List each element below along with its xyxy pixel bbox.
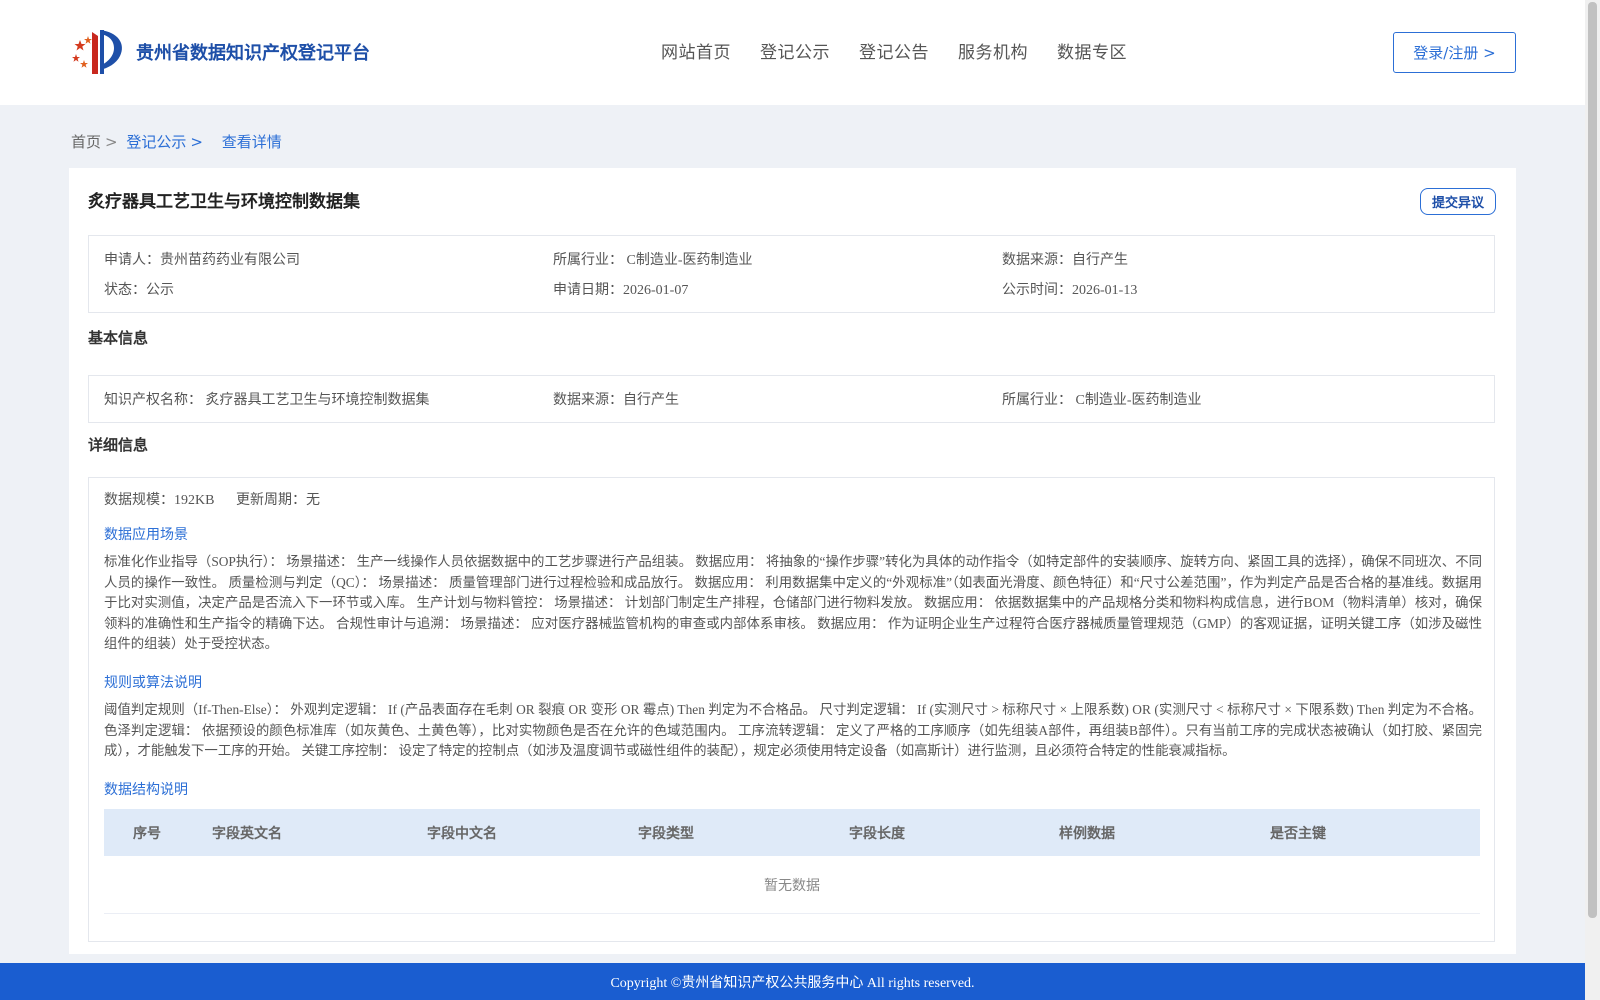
source-field: 数据来源：自行产生 <box>1002 253 1128 268</box>
detail-card: 炙疗器具工艺卫生与环境控制数据集 提交异议 申请人：贵州苗药药业有限公司 所属行… <box>69 168 1516 954</box>
basic-info-heading: 基本信息 <box>88 329 149 347</box>
column-header: 字段类型 <box>638 826 694 842</box>
breadcrumb-separator: > <box>190 133 203 151</box>
applicant-field: 申请人：贵州苗药药业有限公司 <box>104 253 300 268</box>
column-header: 字段长度 <box>849 826 905 842</box>
nav-item-service-agencies[interactable]: 服务机构 <box>958 38 1028 63</box>
site-title: 贵州省数据知识产权登记平台 <box>136 43 370 64</box>
nav-item-registration-announcement[interactable]: 登记公告 <box>859 38 929 63</box>
vertical-scrollbar[interactable] <box>1585 0 1600 1000</box>
site-logo[interactable]: 贵州省数据知识产权登记平台 <box>70 26 370 78</box>
ip-name-field: 知识产权名称： 炙疗器具工艺卫生与环境控制数据集 <box>104 393 430 408</box>
structure-table-header: 序号 字段英文名 字段中文名 字段类型 字段长度 样例数据 是否主键 <box>104 809 1480 856</box>
basic-source-field: 数据来源：自行产生 <box>553 393 679 408</box>
industry-field: 所属行业： C制造业-医药制造业 <box>553 253 753 268</box>
scenario-heading: 数据应用场景 <box>104 527 188 543</box>
apply-date-field: 申请日期：2026-01-07 <box>553 283 689 298</box>
breadcrumb: 首页 > 登记公示 > 查看详情 <box>71 131 282 152</box>
table-empty-state: 暂无数据 <box>104 856 1480 914</box>
scrollbar-thumb[interactable] <box>1588 2 1597 918</box>
column-header: 字段中文名 <box>427 826 497 842</box>
nav-item-registration-publicity[interactable]: 登记公示 <box>760 38 830 63</box>
breadcrumb-home[interactable]: 首页 <box>71 133 101 151</box>
logo-emblem-icon <box>72 30 122 74</box>
submit-objection-button[interactable]: 提交异议 <box>1420 188 1496 215</box>
site-header: 贵州省数据知识产权登记平台 网站首页 登记公示 登记公告 服务机构 数据专区 登… <box>0 0 1585 105</box>
copyright-text: Copyright ©贵州省知识产权公共服务中心 All rights rese… <box>610 975 975 991</box>
data-scale-field: 数据规模：192KB <box>104 493 215 508</box>
detail-info-box: 数据规模：192KB 更新周期：无 数据应用场景 标准化作业指导（SOP执行）：… <box>88 477 1495 942</box>
scenario-text: 标准化作业指导（SOP执行）： 场景描述： 生产一线操作人员依据数据中的工艺步骤… <box>104 554 1482 652</box>
site-footer: Copyright ©贵州省知识产权公共服务中心 All rights rese… <box>0 963 1585 1000</box>
main-nav: 网站首页 登记公示 登记公告 服务机构 数据专区 <box>661 38 1156 63</box>
rule-heading: 规则或算法说明 <box>104 675 202 691</box>
basic-info-box: 知识产权名称： 炙疗器具工艺卫生与环境控制数据集 数据来源：自行产生 所属行业：… <box>88 375 1495 423</box>
breadcrumb-separator: > <box>105 133 118 151</box>
structure-heading: 数据结构说明 <box>104 782 188 798</box>
column-header: 序号 <box>133 826 161 842</box>
breadcrumb-current: 查看详情 <box>221 133 282 151</box>
basic-industry-field: 所属行业： C制造业-医药制造业 <box>1002 393 1202 408</box>
login-register-button[interactable]: 登录/注册 > <box>1393 32 1516 73</box>
publish-date-field: 公示时间：2026-01-13 <box>1002 283 1138 298</box>
page-title: 炙疗器具工艺卫生与环境控制数据集 <box>88 192 360 212</box>
nav-item-home[interactable]: 网站首页 <box>661 38 731 63</box>
breadcrumb-section[interactable]: 登记公示 <box>126 133 186 151</box>
detail-info-heading: 详细信息 <box>88 436 149 454</box>
column-header: 字段英文名 <box>212 826 282 842</box>
status-field: 状态：公示 <box>104 283 174 298</box>
update-cycle-field: 更新周期：无 <box>235 493 320 508</box>
summary-box: 申请人：贵州苗药药业有限公司 所属行业： C制造业-医药制造业 数据来源：自行产… <box>88 235 1495 313</box>
column-header: 样例数据 <box>1059 826 1115 842</box>
rule-text: 阈值判定规则（If-Then-Else）： 外观判定逻辑： If (产品表面存在… <box>104 702 1482 759</box>
column-header: 是否主键 <box>1270 826 1326 842</box>
nav-item-data-zone[interactable]: 数据专区 <box>1057 38 1127 63</box>
